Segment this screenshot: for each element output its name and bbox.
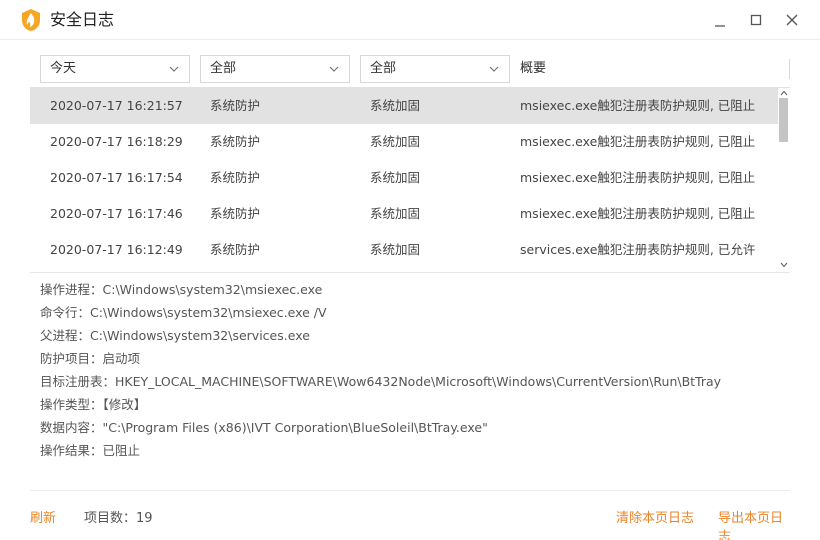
row-time: 2020-07-17 16:17:46 [50,206,183,221]
row-time: 2020-07-17 16:17:54 [50,170,183,185]
scroll-up-icon[interactable] [780,90,788,96]
row-summary: services.exe触犯注册表防护规则, 已允许 [520,242,756,257]
column-divider [789,59,790,79]
row-type: 系统防护 [210,98,261,113]
row-summary: msiexec.exe触犯注册表防护规则, 已阻止 [520,134,756,149]
export-page-log-link[interactable]: 导出本页日志 [718,507,790,540]
title-bar: 安全日志 [0,0,820,40]
filter-header: 今天 全部 全部 概要 [30,50,790,88]
table-row[interactable]: 2020-07-17 16:17:54 系统防护 系统加固 msiexec.ex… [30,160,778,196]
row-type: 系统防护 [210,134,261,149]
chevron-down-icon [329,66,339,72]
row-category: 系统加固 [370,206,421,221]
scroll-down-icon[interactable] [780,262,788,268]
detail-target-registry: 目标注册表：HKEY_LOCAL_MACHINE\SOFTWARE\Wow643… [40,374,722,389]
window-title: 安全日志 [50,10,115,29]
time-filter-value: 今天 [50,61,77,76]
category-filter-dropdown[interactable]: 全部 [360,55,510,83]
summary-column-header: 概要 [520,61,547,76]
type-filter-value: 全部 [210,61,237,76]
table-row[interactable]: 2020-07-17 16:18:29 系统防护 系统加固 msiexec.ex… [30,124,778,160]
row-time: 2020-07-17 16:12:49 [50,242,183,257]
detail-command-line: 命令行：C:\Windows\system32\msiexec.exe /V [40,305,327,320]
row-category: 系统加固 [370,98,421,113]
scrollbar-thumb[interactable] [779,98,788,142]
row-category: 系统加固 [370,134,421,149]
close-icon[interactable] [780,8,804,32]
type-filter-dropdown[interactable]: 全部 [200,55,350,83]
item-count: 项目数：19 [84,511,153,526]
row-category: 系统加固 [370,242,421,257]
detail-process: 操作进程：C:\Windows\system32\msiexec.exe [40,282,323,297]
detail-operation-type: 操作类型：【修改】 [40,397,147,412]
minimize-icon[interactable] [708,8,732,32]
log-table: 2020-07-17 16:21:57 系统防护 系统加固 msiexec.ex… [30,88,790,273]
row-summary: msiexec.exe触犯注册表防护规则, 已阻止 [520,206,756,221]
footer-bar: 刷新 项目数：19 清除本页日志 导出本页日志 [30,490,790,540]
log-details-panel: 操作进程：C:\Windows\system32\msiexec.exe 命令行… [40,280,800,464]
table-row[interactable]: 2020-07-17 16:17:46 系统防护 系统加固 msiexec.ex… [30,196,778,232]
flame-shield-icon [22,9,40,31]
detail-result: 操作结果：已阻止 [40,443,141,458]
clear-page-log-link[interactable]: 清除本页日志 [616,507,694,526]
category-filter-value: 全部 [370,61,397,76]
detail-data-content: 数据内容："C:\Program Files (x86)\IVT Corpora… [40,420,488,435]
table-scrollbar[interactable] [778,88,790,273]
time-filter-dropdown[interactable]: 今天 [40,55,190,83]
row-summary: msiexec.exe触犯注册表防护规则, 已阻止 [520,98,756,113]
detail-parent-process: 父进程：C:\Windows\system32\services.exe [40,328,310,343]
chevron-down-icon [489,66,499,72]
row-type: 系统防护 [210,206,261,221]
row-type: 系统防护 [210,170,261,185]
row-category: 系统加固 [370,170,421,185]
maximize-icon[interactable] [744,8,768,32]
table-row[interactable]: 2020-07-17 16:12:49 系统防护 系统加固 services.e… [30,232,778,268]
chevron-down-icon [169,66,179,72]
row-type: 系统防护 [210,242,261,257]
row-summary: msiexec.exe触犯注册表防护规则, 已阻止 [520,170,756,185]
row-time: 2020-07-17 16:18:29 [50,134,183,149]
refresh-link[interactable]: 刷新 [30,507,56,526]
table-row[interactable]: 2020-07-17 16:21:57 系统防护 系统加固 msiexec.ex… [30,88,778,124]
row-time: 2020-07-17 16:21:57 [50,98,183,113]
detail-protection-item: 防护项目：启动项 [40,351,141,366]
